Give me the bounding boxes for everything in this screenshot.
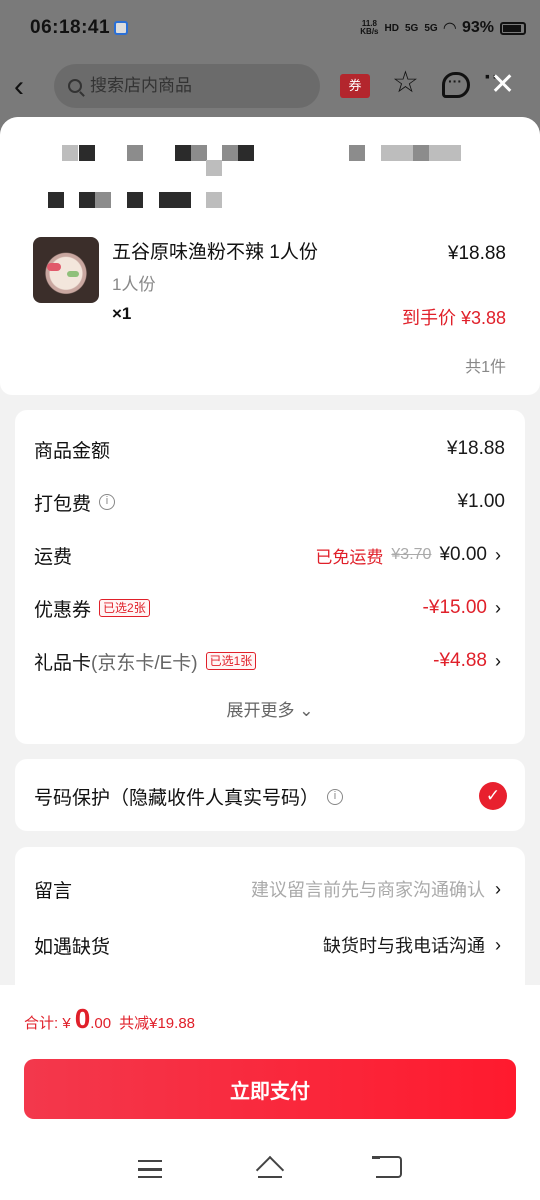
product-final-price: 到手价 ¥3.88 <box>401 308 506 328</box>
giftcard-selected-badge: 已选1张 <box>205 652 257 670</box>
chevron-right-icon: › <box>495 544 501 565</box>
expand-more-button[interactable]: 展开更多 ⌄ <box>15 696 525 721</box>
goods-amount-label: 商品金额 <box>34 440 111 462</box>
search-icon <box>68 79 82 93</box>
info-icon[interactable]: i <box>327 788 344 805</box>
expand-more-label: 展开更多 <box>226 701 295 720</box>
store-top-nav: ‹ 券 ☆ ·· ✕ <box>0 58 540 120</box>
customer-service-icon[interactable] <box>442 72 470 98</box>
coupon-icon[interactable]: 券 <box>340 74 370 98</box>
stockout-row[interactable]: 如遇缺货 缺货时与我电话沟通 › <box>34 930 505 960</box>
giftcard-sub-label: (京东卡/E卡) <box>91 652 198 674</box>
checkout-bottom-bar: 合计: ¥ 0.00 共减¥19.88 立即支付 <box>0 985 540 1200</box>
message-label: 留言 <box>34 880 73 902</box>
wifi-icon: ◠ <box>443 20 456 37</box>
network-speed: 11.8 KB/s <box>360 20 378 36</box>
number-protection-card: 号码保护（隐藏收件人真实号码） i ✓ <box>15 759 525 831</box>
packing-fee-label: 打包费 <box>34 493 92 515</box>
battery-percent: 93% <box>461 19 494 36</box>
chevron-down-icon: ⌄ <box>299 701 314 720</box>
product-image[interactable] <box>33 237 99 303</box>
store-search-bar[interactable] <box>54 64 320 108</box>
notification-icon <box>114 21 128 35</box>
shipping-fee-value: ¥0.00 <box>439 544 487 565</box>
stockout-label: 如遇缺货 <box>34 936 111 958</box>
shipping-original-price: ¥3.70 <box>391 546 432 563</box>
product-price: ¥18.88 <box>447 243 506 264</box>
goods-amount-value: ¥18.88 <box>446 438 505 459</box>
star-icon[interactable]: ☆ <box>392 68 419 98</box>
speed-unit: KB/s <box>360 27 379 36</box>
message-row[interactable]: 留言 建议留言前先与商家沟通确认 › <box>34 874 505 904</box>
shipping-fee-label: 运费 <box>34 546 73 568</box>
battery-icon <box>500 21 526 35</box>
back-icon[interactable] <box>372 1156 402 1178</box>
fee-breakdown-card: 商品金额 ¥18.88 打包费 i ¥1.00 运费 已免运费 ¥3.70 ¥0… <box>15 410 525 744</box>
pay-now-button[interactable]: 立即支付 <box>24 1059 516 1119</box>
address-product-card: 五谷原味渔粉不辣 1人份 1人份 ×1 ¥18.88 到手价 ¥3.88 共1件 <box>0 117 540 395</box>
giftcard-label: 礼品卡 <box>34 652 92 674</box>
status-time: 06:18:41 <box>30 17 111 38</box>
total-decimal: .00 <box>90 1015 112 1032</box>
close-icon[interactable]: ✕ <box>490 70 515 100</box>
order-notes-card: 留言 建议留言前先与商家沟通确认 › 如遇缺货 缺货时与我电话沟通 › <box>15 847 525 1007</box>
number-protection-label: 号码保护（隐藏收件人真实号码） <box>34 788 320 809</box>
number-protection-checkbox[interactable]: ✓ <box>479 782 507 810</box>
goods-amount-row: 商品金额 ¥18.88 <box>34 434 505 464</box>
free-shipping-note: 已免运费 <box>315 547 384 567</box>
stockout-value: 缺货时与我电话沟通 <box>323 936 485 956</box>
coupon-value: -¥15.00 <box>422 597 487 618</box>
coupon-row[interactable]: 优惠券 已选2张 -¥15.00 › <box>34 593 505 623</box>
coupon-label: 优惠券 <box>34 599 92 621</box>
shipping-fee-row[interactable]: 运费 已免运费 ¥3.70 ¥0.00 › <box>34 540 505 570</box>
packing-fee-row: 打包费 i ¥1.00 <box>34 487 505 517</box>
total-integer: 0 <box>74 1003 91 1034</box>
packing-fee-value: ¥1.00 <box>457 491 505 512</box>
product-spec: 1人份 <box>112 275 156 294</box>
status-bar: 06:18:41 11.8 KB/s HD 5G 5G ◠ 93% <box>0 0 540 58</box>
message-placeholder: 建议留言前先与商家沟通确认 <box>251 880 485 900</box>
chevron-right-icon: › <box>495 934 501 955</box>
menu-icon[interactable] <box>138 1160 162 1178</box>
info-icon[interactable]: i <box>99 494 116 510</box>
back-arrow-icon[interactable]: ‹ <box>14 72 44 102</box>
product-quantity: ×1 <box>112 304 132 323</box>
total-prefix: 合计: ¥ <box>24 1015 71 1032</box>
signal-icon-2: 5G <box>424 22 438 34</box>
chevron-right-icon: › <box>495 597 501 618</box>
home-icon[interactable] <box>256 1156 284 1178</box>
product-name: 五谷原味渔粉不辣 1人份 <box>112 242 318 263</box>
giftcard-value: -¥4.88 <box>433 650 487 671</box>
signal-icon: 5G <box>404 22 419 34</box>
chevron-right-icon: › <box>495 878 501 899</box>
search-input[interactable] <box>90 76 290 96</box>
system-nav-bar <box>0 1140 540 1200</box>
order-total: 合计: ¥ 0.00 共减¥19.88 <box>24 1003 195 1035</box>
total-discount: 共减¥19.88 <box>119 1015 196 1032</box>
status-indicators: 11.8 KB/s HD 5G 5G ◠ 93% <box>360 18 526 38</box>
coupon-selected-badge: 已选2张 <box>99 599 150 617</box>
item-count: 共1件 <box>465 359 506 376</box>
hd-icon: HD <box>384 22 399 34</box>
chevron-right-icon: › <box>495 650 501 671</box>
giftcard-row[interactable]: 礼品卡(京东卡/E卡) 已选1张 -¥4.88 › <box>34 646 505 676</box>
